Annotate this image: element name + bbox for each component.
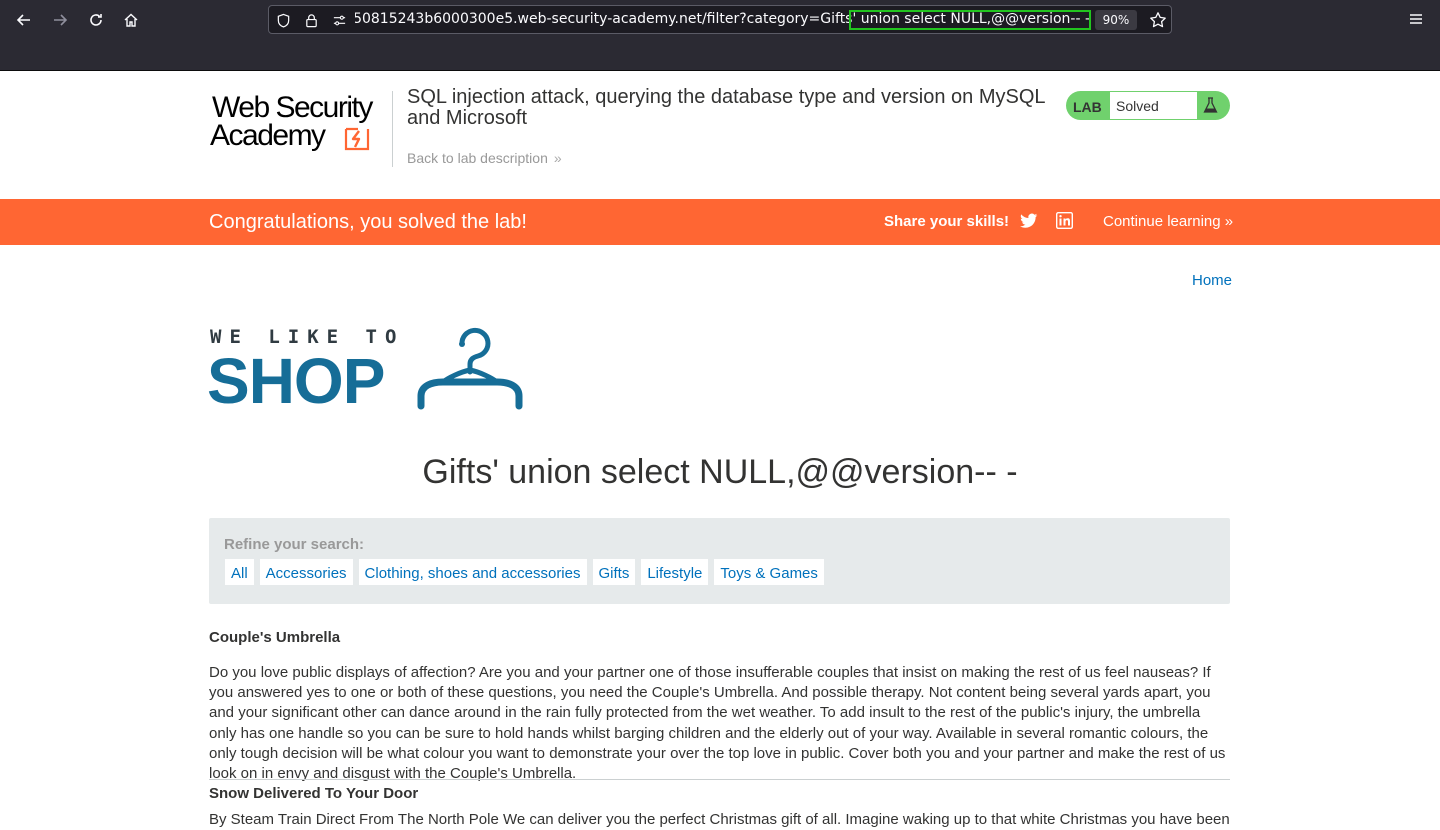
product-name: Snow Delivered To Your Door: [209, 785, 419, 802]
forward-button[interactable]: [48, 8, 72, 32]
reload-icon: [90, 14, 102, 26]
filter-lifestyle[interactable]: Lifestyle: [640, 558, 710, 586]
browser-toolbar: 350815243b6000300e5.web-security-academy…: [0, 0, 1440, 71]
product-item: Snow Delivered To Your Door By Steam Tra…: [209, 785, 1230, 830]
lab-status-widget: LAB Solved: [1066, 91, 1230, 120]
filter-gifts[interactable]: Gifts: [591, 558, 637, 586]
back-arrow-icon: [16, 14, 30, 26]
home-link[interactable]: Home: [1192, 272, 1232, 289]
solved-banner: Congratulations, you solved the lab! Sha…: [0, 199, 1440, 245]
home-button[interactable]: [119, 8, 143, 32]
clothes-hanger-icon: [417, 327, 523, 410]
lab-status-value: Solved: [1110, 92, 1197, 119]
reload-button[interactable]: [84, 8, 108, 32]
product-description: Do you love public displays of affection…: [209, 664, 1226, 783]
logo-shop-text: SHOP: [207, 345, 385, 417]
double-chevron-icon: »: [1224, 213, 1234, 230]
product-name: Couple's Umbrella: [209, 629, 341, 646]
lock-icon[interactable]: [303, 12, 319, 28]
we-like-to-shop-logo: WE LIKE TO SHOP: [207, 326, 529, 417]
web-security-academy-logo[interactable]: Web Security Academy: [210, 91, 390, 155]
filter-toys-games[interactable]: Toys & Games: [713, 558, 825, 586]
double-chevron-icon: »: [553, 150, 562, 166]
zoom-level[interactable]: 90%: [1095, 10, 1137, 30]
lab-header: Web Security Academy SQL injection attac…: [0, 71, 1440, 199]
twitter-icon[interactable]: [1020, 213, 1038, 229]
solved-message: Congratulations, you solved the lab!: [209, 211, 527, 233]
share-skills-label: Share your skills!: [884, 213, 1010, 230]
filter-accessories[interactable]: Accessories: [258, 558, 354, 586]
refine-label: Refine your search:: [224, 536, 365, 553]
lightning-bolt-icon: [344, 127, 370, 151]
back-button[interactable]: [12, 8, 36, 32]
page-heading: Gifts' union select NULL,@@version-- -: [422, 453, 1018, 491]
product-description: By Steam Train Direct From The North Pol…: [209, 811, 1230, 828]
refine-search-panel: Refine your search: All Accessories Clot…: [209, 518, 1230, 604]
filter-all[interactable]: All: [224, 558, 255, 586]
bookmark-star-icon[interactable]: [1149, 11, 1167, 29]
menu-icon[interactable]: [1408, 12, 1424, 26]
forward-arrow-icon: [54, 14, 68, 26]
linkedin-icon[interactable]: [1056, 212, 1073, 229]
address-bar[interactable]: 350815243b6000300e5.web-security-academy…: [268, 5, 1172, 34]
product-item: Couple's Umbrella Do you love public dis…: [209, 629, 1230, 784]
product-divider: [209, 779, 1230, 780]
back-to-lab-description-link[interactable]: Back to lab description»: [407, 150, 562, 166]
lab-title: SQL injection attack, querying the datab…: [407, 86, 1045, 129]
home-icon: [124, 13, 138, 27]
category-filters: All Accessories Clothing, shoes and acce…: [224, 558, 825, 586]
header-divider: [392, 91, 393, 167]
injection-highlight: [849, 10, 1091, 30]
continue-learning-link[interactable]: Continue learning »: [1103, 213, 1233, 230]
site-permissions-icon[interactable]: [331, 12, 347, 28]
flask-icon: [1203, 97, 1218, 113]
filter-clothing[interactable]: Clothing, shoes and accessories: [357, 558, 588, 586]
lab-status-label: LAB: [1073, 99, 1102, 115]
shield-icon[interactable]: [275, 12, 291, 28]
